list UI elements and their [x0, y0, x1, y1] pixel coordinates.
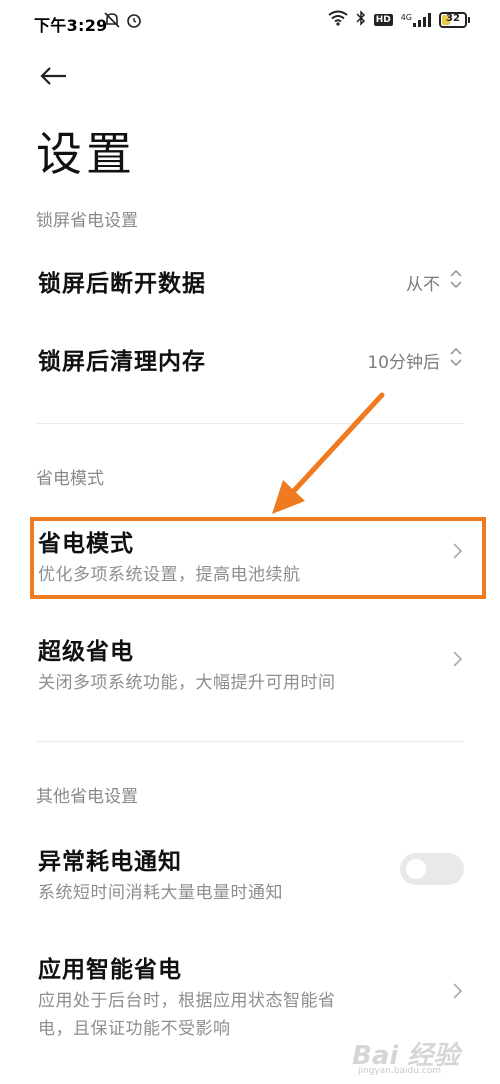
bluetooth-icon [356, 10, 366, 30]
battery-icon: 32 [439, 12, 467, 28]
annotation-highlight-box [30, 517, 486, 599]
section-divider [36, 741, 464, 742]
status-bar: 下午3:29 HD 4G 32 [0, 0, 500, 44]
back-button[interactable] [36, 58, 72, 94]
setting-disconnect-data[interactable]: 锁屏后断开数据 从不 [0, 248, 500, 312]
row-subtitle: 关闭多项系统功能，大幅提升可用时间 [38, 673, 336, 693]
section-label-other: 其他省电设置 [36, 787, 138, 807]
hd-icon: HD [373, 14, 393, 26]
status-icons: HD 4G 32 [328, 10, 470, 30]
row-subtitle-line1: 应用处于后台时，根据应用状态智能省 [38, 991, 336, 1011]
row-title: 应用智能省电 [38, 957, 182, 983]
row-subtitle: 系统短时间消耗大量电量时通知 [38, 883, 283, 903]
row-title: 锁屏后清理内存 [38, 349, 206, 375]
battery-level: 32 [446, 13, 460, 24]
status-time: 下午3:29 [34, 16, 108, 35]
chevron-right-icon [453, 983, 463, 999]
wifi-icon [328, 10, 348, 30]
row-title: 异常耗电通知 [38, 849, 182, 875]
page-title: 设置 [36, 127, 136, 181]
watermark-sub: jingyan.baidu.com [358, 1066, 442, 1076]
back-arrow-icon [40, 67, 66, 85]
setting-clear-memory[interactable]: 锁屏后清理内存 10分钟后 [0, 326, 500, 390]
setting-smart-app-power-saving[interactable]: 应用智能省电 应用处于后台时，根据应用状态智能省 电，且保证功能不受影响 [0, 946, 500, 1046]
abnormal-drain-toggle[interactable] [400, 853, 464, 885]
chevron-right-icon [453, 651, 463, 667]
row-value: 从不 [406, 275, 440, 295]
setting-ultra-power-saving[interactable]: 超级省电 关闭多项系统功能，大幅提升可用时间 [0, 626, 500, 706]
row-subtitle-line2: 电，且保证功能不受影响 [38, 1019, 231, 1039]
signal-icon: 4G [401, 13, 431, 27]
row-title: 锁屏后断开数据 [38, 271, 206, 297]
battery-tip [468, 17, 470, 23]
baidu-watermark: Bai 经验 jingyan.baidu.com [352, 1035, 482, 1076]
network-type-label: 4G [400, 13, 412, 22]
up-down-chevron-icon [450, 269, 462, 289]
mute-notification-icon [103, 11, 121, 33]
alarm-icon [125, 11, 143, 33]
up-down-chevron-icon [450, 347, 462, 367]
section-label-lock-screen: 锁屏省电设置 [36, 211, 138, 231]
toggle-knob [406, 859, 426, 879]
row-title: 超级省电 [38, 639, 134, 665]
section-divider [36, 423, 464, 424]
row-value: 10分钟后 [367, 353, 440, 373]
section-label-power-mode: 省电模式 [36, 469, 104, 489]
